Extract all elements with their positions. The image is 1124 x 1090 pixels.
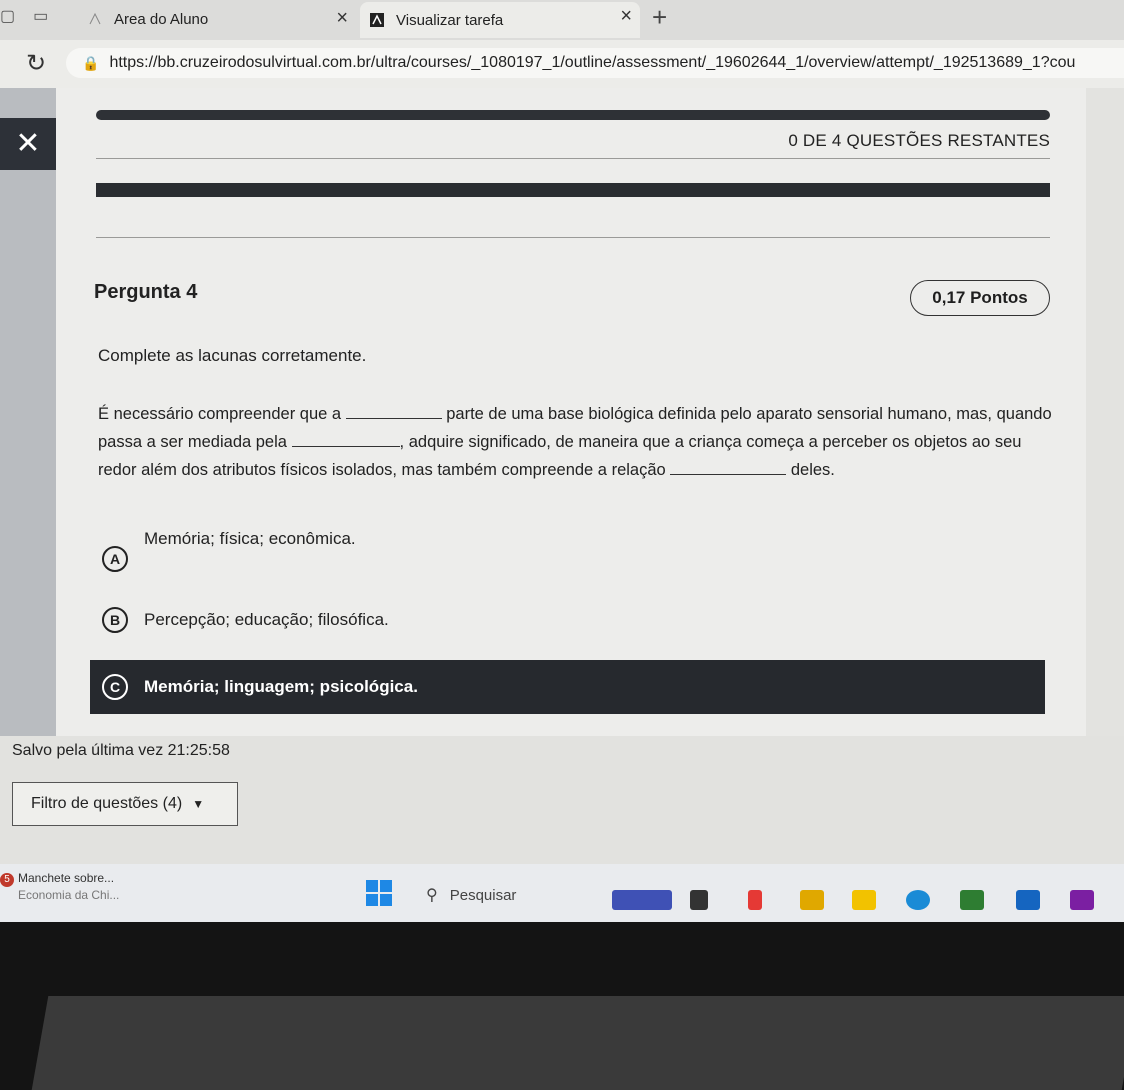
right-gutter bbox=[1086, 88, 1124, 736]
question-instruction: Complete as lacunas corretamente. bbox=[98, 346, 367, 365]
taskbar-search[interactable]: ⚲ Pesquisar bbox=[426, 885, 516, 905]
option-text: Memória; física; econômica. bbox=[144, 529, 356, 548]
app-icon[interactable] bbox=[1016, 890, 1040, 910]
close-tab-icon[interactable]: × bbox=[336, 7, 348, 30]
divider bbox=[96, 237, 1050, 238]
page-favicon-icon bbox=[88, 12, 102, 26]
points-badge: 0,17 Pontos bbox=[910, 280, 1050, 316]
question-filter-dropdown[interactable]: Filtro de questões (4) ▼ bbox=[12, 782, 238, 826]
caret-down-icon: ▼ bbox=[192, 797, 205, 811]
store-icon[interactable] bbox=[960, 890, 984, 910]
tab-title: Area do Aluno bbox=[114, 10, 209, 28]
section-bar bbox=[96, 183, 1050, 197]
url-field[interactable]: 🔒 https://bb.cruzeirodosulvirtual.com.br… bbox=[66, 48, 1124, 78]
option-letter: B bbox=[102, 607, 128, 633]
news-image-icon[interactable] bbox=[612, 890, 672, 910]
blank-2 bbox=[291, 432, 400, 447]
text-part: É necessário compreender que a bbox=[98, 405, 346, 423]
blank-3 bbox=[670, 460, 787, 475]
file-explorer-icon[interactable] bbox=[852, 890, 876, 910]
question-title: Pergunta 4 bbox=[94, 281, 198, 303]
window-controls: ▢ ▭ bbox=[0, 6, 48, 26]
option-text: Percepção; educação; filosófica. bbox=[144, 610, 389, 629]
app-icon[interactable] bbox=[800, 890, 824, 910]
option-letter: A bbox=[102, 546, 128, 572]
blackboard-favicon-icon bbox=[370, 13, 384, 27]
lock-icon: 🔒 bbox=[82, 54, 100, 71]
left-gutter bbox=[0, 88, 56, 736]
browser-tab-bar: ▢ ▭ Area do Aluno × Visualizar tarefa × … bbox=[0, 0, 1124, 40]
progress-bar bbox=[96, 110, 1050, 120]
windows-taskbar: 5 Manchete sobre... Economia da Chi... ⚲ … bbox=[0, 864, 1124, 922]
news-subtitle: Economia da Chi... bbox=[18, 888, 120, 902]
option-b[interactable]: B Percepção; educação; filosófica. bbox=[96, 600, 1046, 640]
search-icon: ⚲ bbox=[426, 887, 438, 904]
tab-title: Visualizar tarefa bbox=[396, 11, 504, 29]
address-bar: ↻ 🔒 https://bb.cruzeirodosulvirtual.com.… bbox=[0, 40, 1124, 89]
app-icon[interactable] bbox=[1070, 890, 1094, 910]
option-letter: C bbox=[102, 674, 128, 700]
option-text: Memória; linguagem; psicológica. bbox=[144, 677, 418, 696]
question-text: É necessário compreender que a parte de … bbox=[98, 400, 1058, 484]
close-assessment-icon[interactable]: ✕ bbox=[0, 118, 56, 170]
tab-area-do-aluno[interactable]: Area do Aluno × bbox=[78, 4, 356, 34]
edge-icon[interactable] bbox=[906, 890, 930, 910]
reload-icon[interactable]: ↻ bbox=[26, 49, 46, 78]
new-tab-icon[interactable]: + bbox=[652, 2, 667, 33]
divider bbox=[96, 158, 1050, 159]
tab-actions-icon[interactable]: ▭ bbox=[33, 6, 48, 26]
search-label: Pesquisar bbox=[449, 886, 517, 904]
questions-remaining: 0 DE 4 QUESTÕES RESTANTES bbox=[788, 131, 1050, 150]
news-widget[interactable]: 5 Manchete sobre... Economia da Chi... bbox=[0, 870, 119, 903]
keyboard-edge bbox=[31, 996, 1124, 1090]
news-badge: 5 bbox=[0, 873, 14, 887]
tab-visualizar-tarefa[interactable]: Visualizar tarefa × bbox=[360, 2, 640, 38]
app-icon[interactable] bbox=[690, 890, 708, 910]
option-a[interactable]: A Memória; física; econômica. bbox=[96, 528, 1046, 572]
close-tab-icon[interactable]: × bbox=[620, 5, 632, 28]
netflix-icon[interactable] bbox=[748, 890, 762, 910]
filter-label: Filtro de questões (4) bbox=[31, 795, 183, 812]
option-c-selected[interactable]: C Memória; linguagem; psicológica. bbox=[90, 660, 1045, 714]
url-text: https://bb.cruzeirodosulvirtual.com.br/u… bbox=[109, 54, 1076, 71]
last-saved: Salvo pela última vez 21:25:58 bbox=[12, 742, 230, 759]
blank-1 bbox=[345, 404, 442, 419]
text-part: deles. bbox=[786, 461, 835, 479]
back-window-icon[interactable]: ▢ bbox=[0, 6, 15, 26]
news-title: Manchete sobre... bbox=[18, 871, 115, 885]
windows-start-icon[interactable] bbox=[366, 880, 392, 906]
